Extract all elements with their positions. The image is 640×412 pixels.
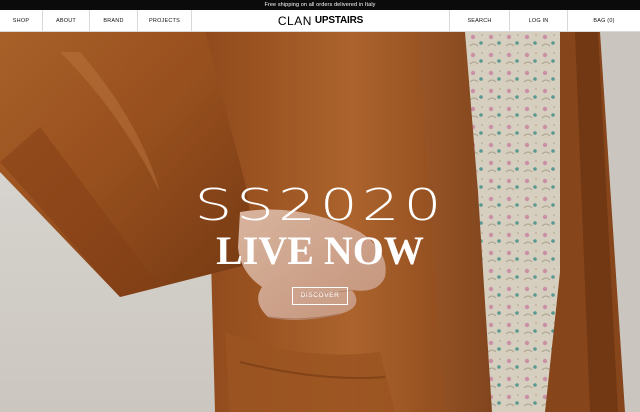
hero-title: SS2020 — [194, 180, 446, 231]
nav-search[interactable]: SEARCH — [449, 10, 509, 31]
brand-logo[interactable]: CLAN UPSTAIRS — [192, 10, 449, 31]
hero-subtitle: LIVE NOW — [216, 228, 424, 273]
nav-projects[interactable]: PROJECTS — [138, 10, 192, 31]
logo-text-upstairs: UPSTAIRS — [314, 15, 364, 26]
nav-brand[interactable]: BRAND — [90, 10, 138, 31]
nav-login[interactable]: LOG IN — [509, 10, 567, 31]
nav-shop[interactable]: SHOP — [0, 10, 43, 31]
top-navigation: SHOP ABOUT BRAND PROJECTS CLAN UPSTAIRS … — [0, 10, 640, 32]
hero-banner: SS2020 LIVE NOW DISCOVER — [0, 32, 640, 412]
logo-text-clan: CLAN — [277, 13, 312, 28]
nav-about[interactable]: ABOUT — [43, 10, 90, 31]
announcement-bar: Free shipping on all orders delivered in… — [0, 0, 640, 10]
nav-bag[interactable]: BAG (0) — [567, 10, 640, 31]
announcement-text: Free shipping on all orders delivered in… — [264, 2, 376, 8]
discover-button[interactable]: DISCOVER — [292, 287, 348, 305]
